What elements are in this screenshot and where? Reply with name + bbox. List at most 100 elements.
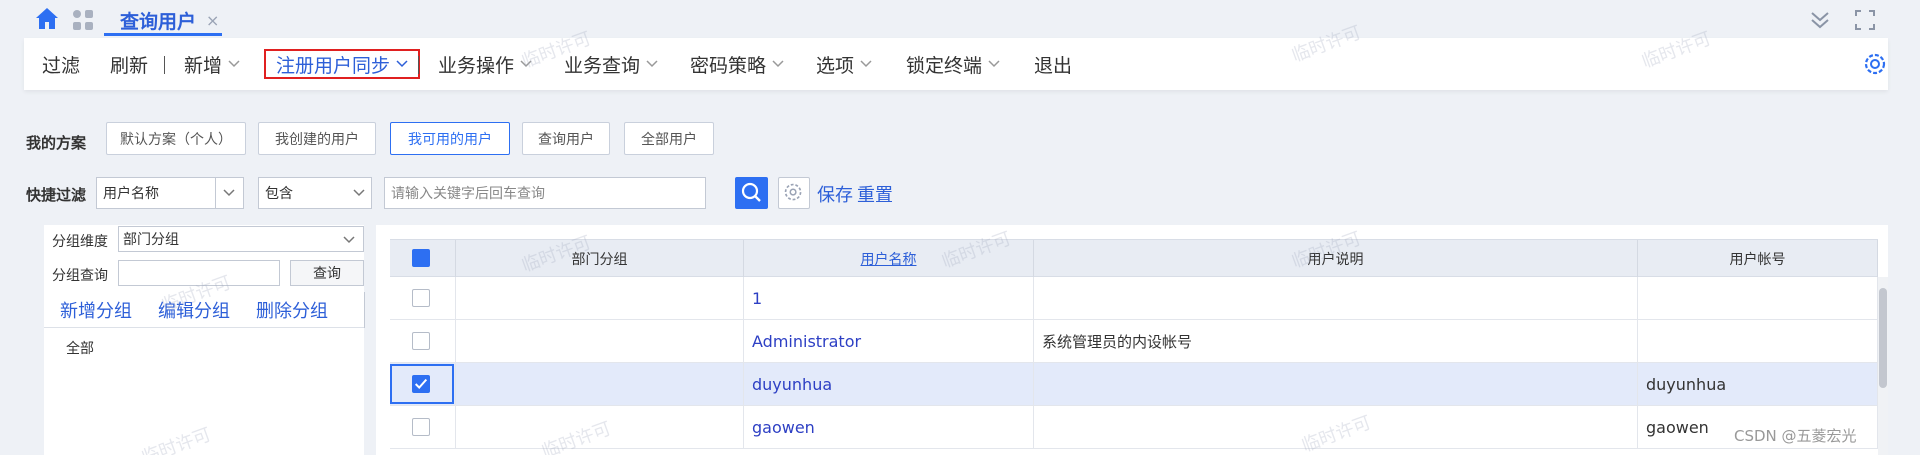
column-header-user-desc[interactable]: 用户说明 (1034, 240, 1638, 278)
select-all-checkbox[interactable] (412, 249, 430, 267)
edit-group-link[interactable]: 编辑分组 (158, 297, 230, 323)
toolbar: 过滤 刷新 新增 注册用户同步 业务操作 业务查询 密码策略 选项 锁定终端 退… (24, 38, 1888, 90)
quick-filter-label: 快捷过滤 (26, 186, 87, 204)
column-header-user-name[interactable]: 用户名称 (744, 240, 1034, 278)
toolbar-separator (164, 56, 165, 74)
refresh-button[interactable]: 刷新 (110, 38, 148, 90)
filter-operator-select[interactable]: 包含 (258, 177, 372, 209)
cell-group (456, 406, 744, 449)
cell-user-desc (1034, 277, 1638, 320)
column-header-group[interactable]: 部门分组 (456, 240, 744, 278)
scheme-query-user[interactable]: 查询用户 (522, 122, 610, 155)
save-link[interactable]: 保存 (817, 181, 853, 207)
chevron-down-icon (353, 189, 365, 197)
chevron-down-icon (396, 60, 408, 68)
refresh-label: 刷新 (110, 54, 149, 77)
scheme-label: 我的方案 (26, 134, 87, 152)
group-query-button[interactable]: 查询 (290, 260, 364, 286)
exit-label: 退出 (1034, 54, 1073, 77)
cell-group (456, 363, 744, 406)
cell-user-name[interactable]: Administrator (744, 320, 1034, 363)
cell-user-account (1638, 277, 1878, 320)
password-policy-menu[interactable]: 密码策略 (690, 38, 784, 90)
cell-user-name[interactable]: 1 (744, 277, 1034, 320)
business-ops-menu[interactable]: 业务操作 (438, 38, 532, 90)
row-checkbox-cell (390, 277, 456, 320)
cell-user-desc (1034, 406, 1638, 449)
chevron-down-icon (228, 60, 240, 68)
row-checkbox-cell (390, 320, 456, 363)
register-user-sync-menu[interactable]: 注册用户同步 (264, 49, 421, 79)
filter-field-select[interactable]: 用户名称 (96, 177, 244, 209)
tab-strip: 查询用户 × (0, 0, 1920, 36)
add-label: 新增 (184, 54, 223, 77)
apps-icon[interactable] (72, 9, 94, 31)
chevron-down-icon (646, 60, 658, 68)
cell-user-name[interactable]: duyunhua (744, 363, 1034, 406)
grid-scroll-thumb[interactable] (1879, 288, 1887, 388)
row-checkbox-checked[interactable] (412, 375, 430, 393)
add-group-link[interactable]: 新增分组 (60, 297, 132, 323)
chevron-down-icon (343, 236, 355, 244)
cell-group (456, 320, 744, 363)
gear-icon (784, 183, 802, 201)
keyword-input[interactable]: 请输入关键字后回车查询 (384, 177, 706, 209)
scheme-available[interactable]: 我可用的用户 (390, 122, 510, 155)
row-checkbox-cell (390, 406, 456, 449)
group-query-label: 分组查询 (52, 268, 108, 284)
search-button[interactable] (735, 177, 768, 209)
cell-user-account (1638, 320, 1878, 363)
chevron-down-icon (772, 60, 784, 68)
options-menu[interactable]: 选项 (816, 38, 872, 90)
tab-close-icon[interactable]: × (206, 11, 219, 30)
table-row[interactable]: 1 (390, 277, 1878, 320)
reset-link[interactable]: 重置 (857, 181, 893, 207)
source-credit: CSDN @五菱宏光 (1734, 427, 1857, 445)
filter-button[interactable]: 过滤 (42, 38, 80, 90)
table-row[interactable]: Administrator 系统管理员的内设帐号 (390, 320, 1878, 363)
row-checkbox-cell (390, 363, 456, 406)
column-header-user-account[interactable]: 用户帐号 (1638, 240, 1878, 278)
cell-group (456, 277, 744, 320)
group-dimension-select[interactable]: 部门分组 (118, 226, 364, 252)
select-all-header (390, 240, 456, 278)
home-icon[interactable] (34, 6, 60, 32)
register-user-sync-label: 注册用户同步 (276, 54, 391, 77)
chevron-down-icon (223, 189, 235, 197)
row-checkbox[interactable] (412, 418, 430, 436)
cell-user-name[interactable]: gaowen (744, 406, 1034, 449)
filter-settings-button[interactable] (778, 177, 810, 209)
row-checkbox[interactable] (412, 332, 430, 350)
filter-operator-value: 包含 (265, 186, 293, 202)
filter-label: 过滤 (42, 54, 81, 77)
group-query-input[interactable] (118, 260, 280, 286)
add-menu[interactable]: 新增 (184, 38, 240, 90)
delete-group-link[interactable]: 删除分组 (256, 297, 328, 323)
tab-query-user[interactable]: 查询用户 × (104, 4, 235, 36)
scheme-default[interactable]: 默认方案（个人） (106, 122, 246, 155)
business-query-label: 业务查询 (564, 54, 641, 77)
row-checkbox[interactable] (412, 289, 430, 307)
search-icon (741, 182, 761, 202)
gear-icon[interactable] (1862, 51, 1888, 77)
group-dimension-value: 部门分组 (123, 232, 179, 248)
table-row-selected[interactable]: duyunhua duyunhua (390, 363, 1878, 406)
tree-node-all[interactable]: 全部 (66, 338, 94, 358)
chevron-down-icon (860, 60, 872, 68)
chevron-down-icon (520, 60, 532, 68)
scheme-all-users[interactable]: 全部用户 (624, 122, 714, 155)
fullscreen-icon[interactable] (1854, 9, 1876, 31)
collapse-icon[interactable] (1808, 8, 1832, 32)
cell-user-desc (1034, 363, 1638, 406)
scheme-created-by-me[interactable]: 我创建的用户 (258, 122, 376, 155)
filter-field-value: 用户名称 (103, 186, 159, 202)
table-row[interactable]: gaowen gaowen (390, 406, 1878, 449)
business-query-menu[interactable]: 业务查询 (564, 38, 658, 90)
lock-terminal-label: 锁定终端 (906, 54, 983, 77)
business-ops-label: 业务操作 (438, 54, 515, 77)
password-policy-label: 密码策略 (690, 54, 767, 77)
grid-header: 部门分组 用户名称 用户说明 用户帐号 (390, 239, 1878, 278)
toolbar-separator (418, 56, 419, 74)
exit-button[interactable]: 退出 (1034, 38, 1072, 90)
lock-terminal-menu[interactable]: 锁定终端 (906, 38, 1000, 90)
